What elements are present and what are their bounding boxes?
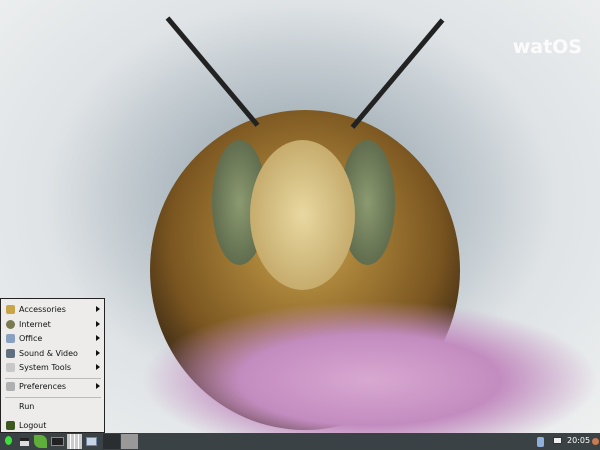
menu-label: System Tools [19, 362, 72, 372]
start-menu: Accessories Internet Office Sound & Vide… [0, 298, 105, 433]
menu-separator [5, 397, 101, 398]
menu-item-preferences[interactable]: Preferences [3, 379, 103, 393]
watermark-logo: watOS [512, 36, 582, 58]
network-tray-icon[interactable] [553, 434, 563, 449]
menu-item-logout[interactable]: Logout [3, 418, 103, 432]
pager-icon [67, 434, 82, 449]
volume-tray-icon[interactable] [591, 434, 600, 449]
menu-item-run[interactable]: Run [3, 399, 103, 413]
logout-icon [6, 420, 15, 430]
menu-item-accessories[interactable]: Accessories [3, 302, 103, 316]
bee-face [250, 140, 355, 290]
start-menu-button[interactable] [1, 434, 16, 449]
desktop-1-button[interactable] [103, 434, 120, 449]
menu-label: Preferences [19, 381, 67, 391]
speaker-icon [592, 438, 599, 445]
antenna-right [350, 18, 445, 129]
menu-label: Run [19, 401, 35, 411]
submenu-arrow-icon [96, 335, 100, 341]
menu-label: Sound & Video [19, 348, 78, 358]
menu-item-office[interactable]: Office [3, 331, 103, 345]
submenu-arrow-icon [96, 306, 100, 312]
printer-icon [20, 438, 29, 446]
file-manager-launcher[interactable] [17, 434, 32, 449]
antenna-left [165, 16, 260, 127]
system-tools-icon [6, 362, 15, 372]
submenu-arrow-icon [96, 364, 100, 370]
clock[interactable]: 20:05 [567, 436, 590, 445]
taskbar: 20:05 [0, 433, 600, 450]
menu-label: Internet [19, 319, 51, 329]
accessories-icon [6, 304, 15, 314]
lightbulb-icon [5, 436, 12, 445]
windows-icon [86, 437, 97, 446]
menu-label: Accessories [19, 304, 66, 314]
workspace-pager[interactable] [67, 434, 82, 449]
office-icon [6, 333, 15, 343]
sound-video-icon [6, 348, 15, 358]
menu-label: Office [19, 333, 43, 343]
submenu-arrow-icon [96, 383, 100, 389]
monitor-icon [553, 437, 562, 444]
preferences-icon [6, 381, 15, 391]
clipboard-tray-icon[interactable] [536, 434, 546, 449]
submenu-arrow-icon [96, 350, 100, 356]
clipboard-icon [537, 437, 544, 447]
terminal-launcher[interactable] [50, 434, 65, 449]
desktop-2-button[interactable] [121, 434, 138, 449]
terminal-icon [51, 437, 64, 446]
leaf-icon [34, 435, 47, 448]
internet-icon [6, 319, 15, 329]
menu-item-internet[interactable]: Internet [3, 317, 103, 331]
show-desktop-button[interactable] [84, 434, 99, 449]
submenu-arrow-icon [96, 321, 100, 327]
menu-item-system-tools[interactable]: System Tools [3, 360, 103, 374]
browser-launcher[interactable] [33, 434, 48, 449]
menu-label: Logout [19, 420, 47, 430]
menu-item-sound-video[interactable]: Sound & Video [3, 346, 103, 360]
